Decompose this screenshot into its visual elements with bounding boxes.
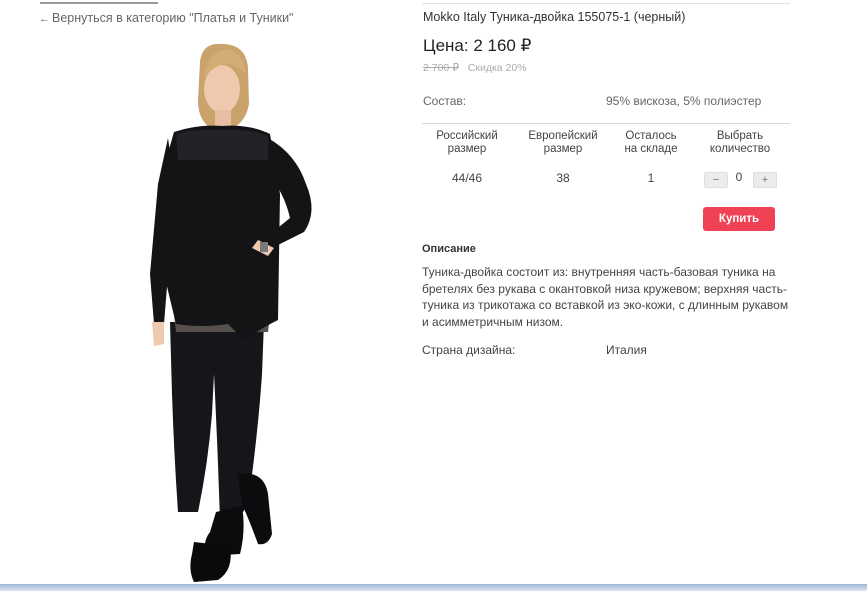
back-to-category-link[interactable]: ← Вернуться в категорию "Платья и Туники": [39, 11, 294, 25]
discount-badge: Скидка 20%: [467, 62, 527, 74]
header-stock-line1: Осталось: [625, 130, 677, 142]
composition-label: Состав:: [423, 94, 467, 108]
product-price: Цена: 2 160 ₽: [423, 36, 532, 55]
header-eu-size-line1: Европейский: [528, 130, 598, 142]
header-stock: Осталось на складе: [616, 130, 686, 156]
header-ru-size: Российский размер: [427, 130, 507, 156]
header-stock-line2: на складе: [624, 143, 678, 155]
model-figure: [150, 43, 312, 582]
product-photo[interactable]: [118, 34, 368, 586]
description-title: Описание: [422, 243, 476, 255]
header-quantity-line2: количество: [709, 143, 771, 155]
cell-stock: 1: [647, 171, 655, 185]
top-divider-right: [422, 3, 790, 4]
top-divider-left: [40, 2, 158, 4]
cell-ru-size: 44/46: [451, 171, 483, 185]
product-title: Mokko Italy Туника-двойка 155075-1 (черн…: [423, 10, 686, 24]
window-bottom-bar: [0, 584, 867, 591]
header-eu-size: Европейский размер: [521, 130, 605, 156]
design-country-label: Страна дизайна:: [422, 343, 516, 357]
cell-eu-size: 38: [556, 171, 570, 185]
header-ru-size-line2: размер: [447, 143, 487, 155]
old-price: 2 700 ₽: [423, 62, 459, 74]
header-quantity: Выбрать количество: [700, 130, 780, 156]
design-country-value: Италия: [606, 343, 647, 357]
header-eu-size-line2: размер: [543, 143, 583, 155]
quantity-decrease-button[interactable]: −: [704, 172, 728, 188]
quantity-value[interactable]: 0: [730, 170, 748, 184]
arrow-left-icon: ←: [39, 13, 50, 25]
product-page: ← Вернуться в категорию "Платья и Туники": [0, 0, 867, 591]
description-text: Туника-двойка состоит из: внутренняя час…: [422, 265, 789, 329]
old-price-row: 2 700 ₽ Скидка 20%: [423, 62, 527, 74]
back-link-label: Вернуться в категорию "Платья и Туники": [52, 11, 294, 25]
header-quantity-line1: Выбрать: [716, 130, 764, 142]
buy-button[interactable]: Купить: [703, 207, 775, 231]
composition-value: 95% вискоза, 5% полиэстер: [606, 94, 762, 108]
quantity-increase-button[interactable]: +: [753, 172, 777, 188]
size-table-border: [422, 123, 790, 124]
header-ru-size-line1: Российский: [436, 130, 498, 142]
